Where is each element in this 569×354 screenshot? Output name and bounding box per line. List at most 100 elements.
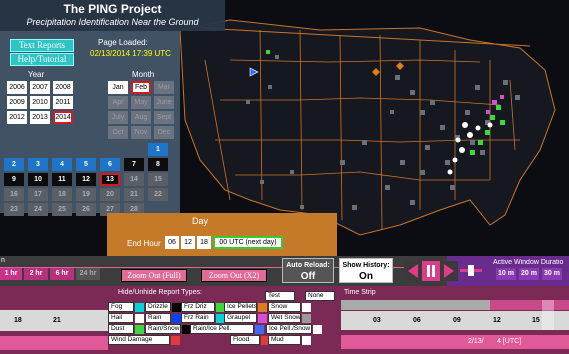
range-1hr-button[interactable]: 1 hr	[0, 268, 22, 280]
day-25-button[interactable]: 25	[52, 203, 72, 216]
year-2009-button[interactable]: 2009	[7, 96, 27, 109]
step-back-button[interactable]	[404, 261, 422, 281]
day-14-button[interactable]: 14	[124, 173, 144, 186]
day-20-button[interactable]: 20	[100, 188, 120, 201]
day-9-button[interactable]: 9	[4, 173, 24, 186]
month-june-button[interactable]: June	[154, 96, 174, 109]
day-18-button[interactable]: 18	[52, 188, 72, 201]
day-11-button[interactable]: 11	[52, 173, 72, 186]
window-10m-button[interactable]: 10 m	[496, 268, 516, 280]
year-2008-button[interactable]: 2008	[53, 81, 73, 94]
month-aug-button[interactable]: Aug	[131, 111, 151, 124]
zoom-out-x2-button[interactable]: Zoom Out (X2)	[201, 269, 267, 282]
hour-00-next-day-button[interactable]: 00 UTC (next day)	[213, 236, 283, 249]
time-strip-scroll[interactable]	[341, 335, 569, 349]
report-type-swatch[interactable]	[313, 324, 322, 334]
month-feb-button[interactable]: Feb	[131, 81, 151, 94]
month-may-button[interactable]: May	[131, 96, 151, 109]
range-6hr-button[interactable]: 6 hr	[50, 268, 74, 280]
report-type-swatch[interactable]	[172, 313, 181, 323]
report-type-ice-pellets[interactable]: Ice Pellets	[224, 302, 257, 312]
text-reports-button[interactable]: Text Reports	[10, 39, 74, 52]
day-16-button[interactable]: 16	[4, 188, 24, 201]
report-type-dust[interactable]: Dust	[108, 324, 134, 334]
year-2006-button[interactable]: 2006	[7, 81, 27, 94]
year-2007-button[interactable]: 2007	[30, 81, 50, 94]
report-type-swatch[interactable]	[135, 313, 144, 323]
pause-button[interactable]	[422, 261, 440, 281]
report-type-mud[interactable]: Mud	[268, 335, 301, 345]
year-2012-button[interactable]: 2012	[7, 111, 27, 124]
window-30m-button[interactable]: 30 m	[542, 268, 562, 280]
report-type-rain-ice-pell[interactable]: Rain/Ice Pell.	[190, 324, 254, 334]
report-type-fog[interactable]: Fog	[108, 302, 134, 312]
report-type-graupel[interactable]: Graupel	[224, 313, 257, 323]
day-10-button[interactable]: 10	[28, 173, 48, 186]
report-type-swatch[interactable]	[258, 302, 267, 312]
year-2013-button[interactable]: 2013	[30, 111, 50, 124]
test-toggle[interactable]: Test	[265, 291, 295, 301]
month-july-button[interactable]: July	[108, 111, 128, 124]
report-type-swatch[interactable]	[135, 324, 144, 334]
day-1-button[interactable]: 1	[148, 143, 168, 156]
year-2010-button[interactable]: 2010	[30, 96, 50, 109]
day-23-button[interactable]: 23	[4, 203, 24, 216]
day-15-button[interactable]: 15	[148, 173, 168, 186]
report-type-swatch[interactable]	[302, 335, 311, 345]
report-type-swatch[interactable]	[172, 302, 181, 312]
day-26-button[interactable]: 26	[76, 203, 96, 216]
range-2hr-button[interactable]: 2 hr	[24, 268, 48, 280]
day-4-button[interactable]: 4	[52, 158, 72, 171]
report-type-wind-damage[interactable]: Wind Damage	[108, 335, 170, 345]
help-tutorial-button[interactable]: Help/Tutorial	[10, 53, 74, 66]
day-21-button[interactable]: 21	[124, 188, 144, 201]
report-type-rain[interactable]: Rain	[145, 313, 171, 323]
left-scroll[interactable]	[0, 336, 108, 350]
report-type-swatch[interactable]	[171, 335, 180, 345]
year-2011-button[interactable]: 2011	[53, 96, 73, 109]
day-22-button[interactable]: 22	[148, 188, 168, 201]
report-type-rain-snow[interactable]: Rain/Snow	[145, 324, 181, 334]
hour-18-button[interactable]: 18	[197, 236, 211, 249]
day-7-button[interactable]: 7	[124, 158, 144, 171]
month-apr-button[interactable]: Apr	[108, 96, 128, 109]
day-6-button[interactable]: 6	[100, 158, 120, 171]
month-sept-button[interactable]: Sept	[154, 111, 174, 124]
report-type-swatch[interactable]	[135, 302, 144, 312]
report-type-drizzle[interactable]: Drizzle	[145, 302, 171, 312]
report-type-frz-driz[interactable]: Frz Driz	[181, 302, 215, 312]
report-type-snow[interactable]: Snow	[268, 302, 301, 312]
month-oct-button[interactable]: Oct	[108, 126, 128, 139]
day-5-button[interactable]: 5	[76, 158, 96, 171]
hour-06-button[interactable]: 06	[165, 236, 179, 249]
hour-12-button[interactable]: 12	[181, 236, 195, 249]
day-24-button[interactable]: 24	[28, 203, 48, 216]
report-type-wet-snow[interactable]: Wet Snow	[268, 313, 301, 323]
none-toggle[interactable]: None	[305, 291, 335, 301]
auto-reload-toggle[interactable]: Auto Reload: Off	[282, 258, 334, 283]
day-2-button[interactable]: 2	[4, 158, 24, 171]
day-13-button[interactable]: 13	[100, 173, 120, 186]
window-20m-button[interactable]: 20 m	[519, 268, 539, 280]
day-3-button[interactable]: 3	[28, 158, 48, 171]
zoom-out-full-button[interactable]: Zoom Out (Full)	[121, 269, 187, 282]
speed-slider-handle[interactable]	[468, 265, 474, 276]
month-jan-button[interactable]: Jan	[108, 81, 128, 94]
report-type-swatch[interactable]	[255, 324, 264, 334]
day-17-button[interactable]: 17	[28, 188, 48, 201]
report-type-swatch[interactable]	[302, 302, 311, 312]
step-forward-button[interactable]	[440, 261, 458, 281]
report-type-swatch[interactable]	[258, 313, 267, 323]
day-19-button[interactable]: 19	[76, 188, 96, 201]
report-type-ice-pell-snow[interactable]: Ice Pell./Snow	[266, 324, 312, 334]
month-dec-button[interactable]: Dec	[154, 126, 174, 139]
report-type-swatch[interactable]	[302, 313, 311, 323]
report-type-hail[interactable]: Hail	[108, 313, 134, 323]
day-12-button[interactable]: 12	[76, 173, 96, 186]
month-mar-button[interactable]: Mar	[154, 81, 174, 94]
report-type-flood[interactable]: Flood	[230, 335, 260, 345]
show-history-toggle[interactable]: Show History: On	[339, 258, 393, 283]
range-24hr-button[interactable]: 24 hr	[76, 268, 100, 280]
month-nov-button[interactable]: Nov	[131, 126, 151, 139]
day-8-button[interactable]: 8	[148, 158, 168, 171]
